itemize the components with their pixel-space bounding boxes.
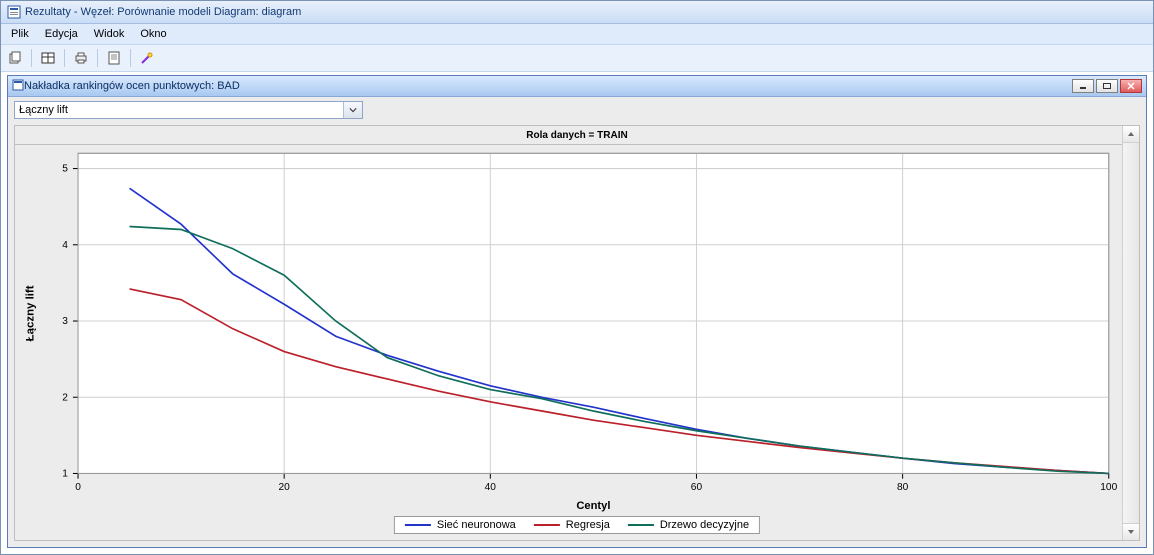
chart-strip-title: Rola danych = TRAIN bbox=[15, 126, 1139, 145]
menu-bar: Plik Edycja Widok Okno bbox=[1, 24, 1153, 45]
legend-label: Sieć neuronowa bbox=[437, 519, 516, 531]
print-icon[interactable] bbox=[71, 48, 91, 68]
legend-item: Sieć neuronowa bbox=[405, 519, 516, 531]
lift-chart: 0 20 40 60 80 100 1 2 3 4 5 Centyl Łączny lift bbox=[15, 145, 1123, 540]
svg-text:4: 4 bbox=[62, 240, 68, 251]
svg-text:3: 3 bbox=[62, 316, 68, 327]
chart-area: 0 20 40 60 80 100 1 2 3 4 5 Centyl Łączny lift Sieć … bbox=[15, 145, 1139, 540]
table-icon[interactable] bbox=[38, 48, 58, 68]
svg-text:Łączny lift: Łączny lift bbox=[24, 285, 36, 341]
menu-file[interactable]: Plik bbox=[3, 26, 37, 42]
svg-text:80: 80 bbox=[897, 482, 909, 493]
legend-item: Regresja bbox=[534, 519, 610, 531]
legend-label: Regresja bbox=[566, 519, 610, 531]
minimize-button[interactable] bbox=[1072, 79, 1094, 93]
scroll-up-icon[interactable] bbox=[1123, 126, 1139, 143]
svg-text:100: 100 bbox=[1100, 482, 1117, 493]
svg-text:40: 40 bbox=[485, 482, 497, 493]
toolbar bbox=[1, 45, 1153, 72]
chart-window: Nakładka rankingów ocen punktowych: BAD bbox=[7, 75, 1147, 548]
app-icon bbox=[7, 5, 21, 19]
app-window: Rezultaty - Węzeł: Porównanie modeli Dia… bbox=[0, 0, 1154, 555]
svg-text:1: 1 bbox=[62, 469, 68, 480]
chart-legend: Sieć neuronowa Regresja Drzewo decyzyjne bbox=[394, 516, 760, 534]
metric-combo[interactable] bbox=[14, 101, 363, 119]
chart-panel: Rola danych = TRAIN 0 20 40 60 80 100 1 2 3 4 5 Cen… bbox=[14, 125, 1140, 541]
copy-icon[interactable] bbox=[5, 48, 25, 68]
maximize-button[interactable] bbox=[1096, 79, 1118, 93]
inner-window-title: Nakładka rankingów ocen punktowych: BAD bbox=[24, 80, 240, 92]
svg-text:20: 20 bbox=[279, 482, 291, 493]
selector-row bbox=[8, 97, 1146, 123]
legend-item: Drzewo decyzyjne bbox=[628, 519, 749, 531]
menu-view[interactable]: Widok bbox=[86, 26, 133, 42]
window-title: Rezultaty - Węzeł: Porównanie modeli Dia… bbox=[25, 6, 301, 18]
svg-text:0: 0 bbox=[75, 482, 81, 493]
svg-text:5: 5 bbox=[62, 164, 68, 175]
svg-text:2: 2 bbox=[62, 392, 68, 403]
scroll-down-icon[interactable] bbox=[1123, 523, 1139, 540]
legend-label: Drzewo decyzyjne bbox=[660, 519, 749, 531]
inner-title-bar: Nakładka rankingów ocen punktowych: BAD bbox=[8, 76, 1146, 97]
scroll-track[interactable] bbox=[1123, 143, 1139, 523]
svg-text:60: 60 bbox=[691, 482, 703, 493]
metric-combo-input[interactable] bbox=[15, 102, 343, 118]
inner-body: Rola danych = TRAIN 0 20 40 60 80 100 1 2 3 4 5 Cen… bbox=[8, 97, 1146, 547]
legend-swatch bbox=[628, 524, 654, 526]
menu-edit[interactable]: Edycja bbox=[37, 26, 86, 42]
mdi-workspace: Nakładka rankingów ocen punktowych: BAD bbox=[1, 72, 1153, 554]
wizard-icon[interactable] bbox=[137, 48, 157, 68]
vertical-scrollbar[interactable] bbox=[1122, 126, 1139, 540]
legend-swatch bbox=[534, 524, 560, 526]
chevron-down-icon[interactable] bbox=[343, 102, 362, 118]
menu-window[interactable]: Okno bbox=[132, 26, 174, 42]
inner-window-icon bbox=[12, 79, 24, 94]
svg-text:Centyl: Centyl bbox=[576, 500, 610, 512]
legend-swatch bbox=[405, 524, 431, 526]
title-bar: Rezultaty - Węzeł: Porównanie modeli Dia… bbox=[1, 1, 1153, 24]
close-button[interactable] bbox=[1120, 79, 1142, 93]
notes-icon[interactable] bbox=[104, 48, 124, 68]
